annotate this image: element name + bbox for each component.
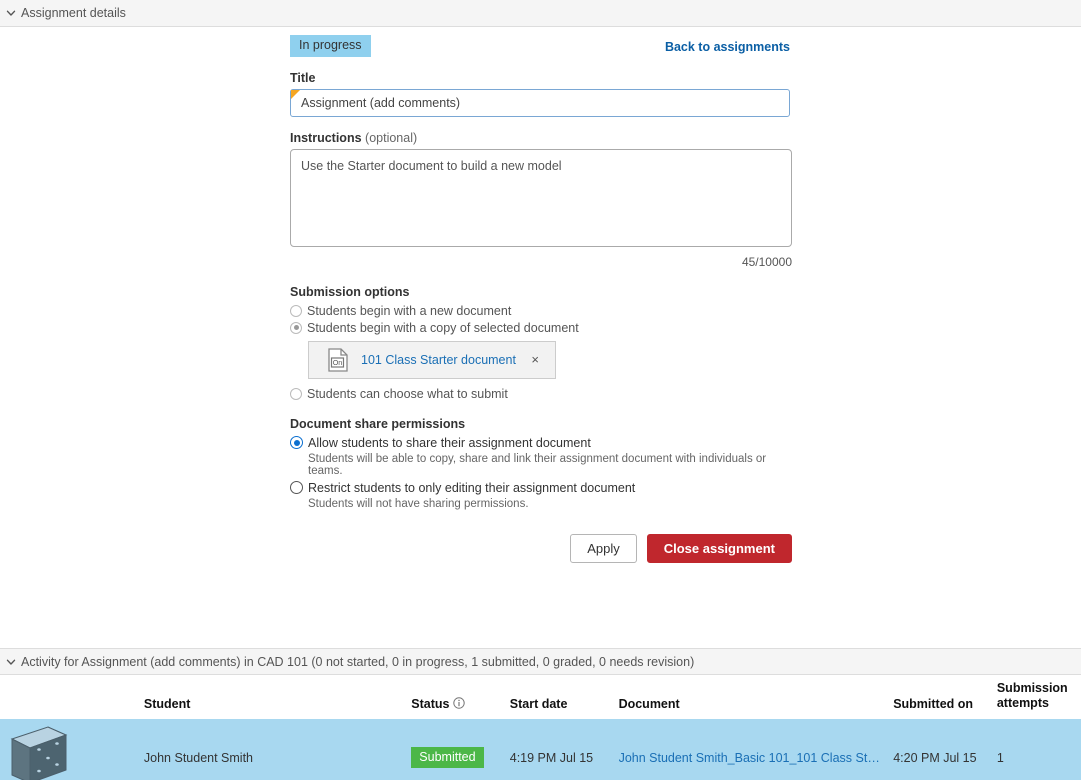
cell-submitted-on: 4:20 PM Jul 15 — [893, 750, 977, 765]
submission-options-title: Submission options — [290, 284, 410, 299]
status-badge: In progress — [290, 35, 371, 57]
share-permission-help-restrict: Students will not have sharing permissio… — [308, 497, 529, 510]
radio-label: Allow students to share their assignment… — [308, 435, 591, 450]
chevron-down-icon[interactable] — [4, 6, 18, 20]
onshape-document-icon: On — [327, 347, 349, 372]
close-assignment-button[interactable]: Close assignment — [646, 533, 792, 563]
radio-label: Students can choose what to submit — [307, 386, 508, 401]
radio-allow-share-assignment-document[interactable]: Allow students to share their assignment… — [290, 436, 790, 450]
assignment-details-header[interactable]: Assignment details — [0, 0, 1081, 27]
cell-submission-attempts: 1 — [996, 750, 1004, 765]
title-label: Title — [290, 70, 316, 85]
radio-restrict-editing-assignment-document[interactable]: Restrict students to only editing their … — [290, 481, 790, 495]
character-counter: 45/10000 — [741, 254, 792, 269]
column-header-submitted-on[interactable]: Submitted on — [889, 675, 993, 719]
cell-start-date: 4:19 PM Jul 15 — [509, 750, 594, 765]
apply-button[interactable]: Apply — [570, 533, 637, 563]
chevron-down-icon[interactable] — [4, 655, 18, 669]
status-row: In progress Back to assignments — [290, 35, 790, 57]
svg-text:On: On — [333, 358, 343, 367]
radio-button-icon[interactable] — [290, 321, 302, 334]
form-button-row: Apply Close assignment — [290, 533, 792, 563]
cell-status: Submitted — [407, 719, 505, 780]
column-header-thumbnail — [0, 675, 140, 719]
column-header-submission-attempts[interactable]: Submission attempts — [992, 675, 1081, 719]
radio-students-copy-selected-document[interactable]: Students begin with a copy of selected d… — [290, 321, 790, 335]
cell-thumbnail[interactable] — [0, 719, 140, 780]
selected-document-name[interactable]: 101 Class Starter document — [361, 353, 523, 367]
title-input-wrap — [290, 88, 790, 117]
column-header-status[interactable]: Status — [407, 675, 506, 719]
radio-label: Restrict students to only editing their … — [308, 480, 636, 495]
table-header-row: Student Status Start date Document Submi… — [0, 675, 1081, 719]
instructions-label: Instructions (optional) — [290, 131, 790, 145]
info-icon[interactable] — [452, 697, 465, 709]
radio-button-icon[interactable] — [290, 387, 302, 400]
selected-document-chip[interactable]: On 101 Class Starter document × — [308, 340, 556, 379]
column-header-start-date[interactable]: Start date — [505, 675, 615, 719]
activity-section-title: Activity for Assignment (add comments) i… — [21, 654, 695, 669]
radio-button-icon[interactable] — [290, 436, 303, 449]
radio-button-icon[interactable] — [290, 304, 302, 317]
title-input[interactable] — [290, 88, 790, 117]
instructions-optional-text: (optional) — [365, 130, 418, 145]
column-header-student[interactable]: Student — [139, 675, 408, 719]
cell-document: John Student Smith_Basic 101_101 Class S… — [615, 719, 890, 780]
assignment-details-body: In progress Back to assignments Title In… — [0, 27, 1081, 648]
column-header-status-label: Status — [411, 697, 450, 711]
radio-button-icon[interactable] — [290, 481, 303, 494]
share-permissions-title: Document share permissions — [290, 416, 466, 431]
remove-document-icon[interactable]: × — [523, 352, 547, 367]
radio-students-choose-what-to-submit[interactable]: Students can choose what to submit — [290, 387, 790, 401]
assignment-details-title: Assignment details — [21, 6, 126, 20]
activity-table: Student Status Start date Document Submi… — [0, 675, 1081, 780]
share-permission-help-allow: Students will be able to copy, share and… — [308, 452, 767, 477]
assignment-form: In progress Back to assignments Title In… — [290, 27, 792, 563]
cad-part-thumbnail — [4, 726, 74, 780]
activity-table-wrap: Student Status Start date Document Submi… — [0, 675, 1081, 780]
column-header-document[interactable]: Document — [614, 675, 890, 719]
table-row[interactable]: John Student Smith Submitted 4:19 PM Jul… — [0, 719, 1081, 780]
document-link[interactable]: John Student Smith_Basic 101_101 Class S… — [619, 751, 886, 765]
cell-student-name: John Student Smith — [143, 750, 254, 765]
radio-label: Students begin with a copy of selected d… — [307, 320, 579, 335]
back-to-assignments-link[interactable]: Back to assignments — [665, 40, 790, 54]
instructions-label-text: Instructions — [290, 130, 362, 145]
radio-label: Students begin with a new document — [307, 303, 512, 318]
instructions-textarea[interactable] — [290, 148, 792, 247]
status-badge: Submitted — [411, 746, 484, 769]
radio-students-new-document[interactable]: Students begin with a new document — [290, 304, 790, 318]
activity-section-header[interactable]: Activity for Assignment (add comments) i… — [0, 648, 1081, 675]
